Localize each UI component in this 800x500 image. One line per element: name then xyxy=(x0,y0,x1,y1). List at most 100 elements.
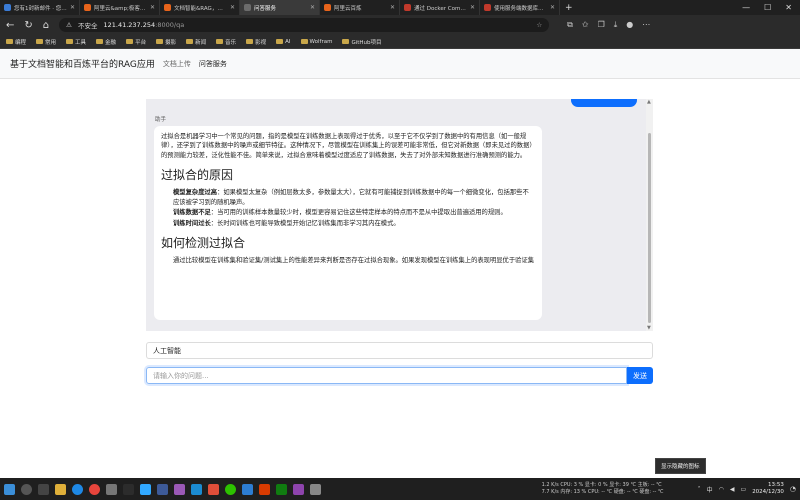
back-icon[interactable]: ← xyxy=(6,20,14,31)
list-item: 训练时间过长：长时间训练也可能导致模型开始记忆训练集而非学习其内在模式。 xyxy=(173,219,400,227)
lightroom-icon[interactable] xyxy=(157,483,168,495)
scroll-up-icon[interactable]: ▲ xyxy=(647,99,651,105)
tab-6[interactable]: 使用服务端数据库部署 ✕ xyxy=(480,0,560,15)
bookmark-10[interactable]: Wolfram xyxy=(300,39,332,45)
scroll-thumb[interactable] xyxy=(648,133,651,323)
extensions-icon[interactable]: ⧉ xyxy=(567,20,573,30)
bookmark-7[interactable]: 音乐 xyxy=(216,38,236,46)
answer-detect-text: 通过比较模型在训练集和验证集/测试集上的性能差异来判断是否存在过拟合现象。如果发… xyxy=(173,257,535,265)
bookmark-4[interactable]: 平台 xyxy=(126,38,146,46)
tab-3[interactable]: 问答服务 ✕ xyxy=(240,0,320,15)
bookmark-1[interactable]: 常用 xyxy=(36,38,56,46)
close-tab-icon[interactable]: ✕ xyxy=(150,4,155,11)
chevron-up-icon[interactable]: ˄ xyxy=(698,486,701,493)
user-message-bubble xyxy=(571,99,637,107)
edge-icon[interactable] xyxy=(72,483,83,495)
downloads-icon[interactable]: ⤓ xyxy=(614,20,618,30)
maximize-icon[interactable]: ☐ xyxy=(764,3,771,12)
start-icon[interactable] xyxy=(4,483,15,495)
taskbar-apps xyxy=(4,483,321,495)
bookmark-3[interactable]: 金融 xyxy=(96,38,116,46)
minimize-icon[interactable]: — xyxy=(742,3,750,12)
folder-icon xyxy=(36,39,44,44)
chrome-icon[interactable] xyxy=(89,483,100,495)
close-tab-icon[interactable]: ✕ xyxy=(70,4,75,11)
notifications-icon[interactable]: ◔ xyxy=(790,485,796,493)
tab-title: 阿里云百炼 xyxy=(334,5,362,12)
chat-scrollbar[interactable]: ▲ ▼ xyxy=(646,99,653,331)
answer-intro: 过拟合是机器学习中一个常见的问题，指的是模型在训练数据上表现得过于优秀，以至于它… xyxy=(161,133,533,159)
volume-icon[interactable]: ◀ xyxy=(730,486,735,493)
profile-icon[interactable]: ● xyxy=(626,20,633,30)
close-tab-icon[interactable]: ✕ xyxy=(550,4,555,11)
answer-heading-detect: 如何检测过拟合 xyxy=(161,236,246,251)
bookmark-11[interactable]: GitHub项目 xyxy=(342,38,382,46)
send-button[interactable]: 发送 xyxy=(627,367,653,384)
home-icon[interactable]: ⌂ xyxy=(43,20,49,31)
clock[interactable]: 13:53 2024/12/30 xyxy=(752,482,784,497)
bookmark-star-icon[interactable]: ☆ xyxy=(536,21,542,29)
xbox-icon[interactable] xyxy=(276,483,287,495)
tab-title: 通过 Docker Compose 部 xyxy=(414,5,467,12)
main-content: 助手 过拟合是机器学习中一个常见的问题，指的是模型在训练数据上表现得过于优秀，以… xyxy=(0,79,800,474)
bookmark-8[interactable]: 影视 xyxy=(246,38,266,46)
tab-2[interactable]: 文档智能&RAG，让你的✕ xyxy=(160,0,240,15)
nav-upload[interactable]: 文档上传 xyxy=(163,59,191,69)
bookmark-6[interactable]: 新闻 xyxy=(186,38,206,46)
question-input[interactable]: 请输入你的问题... xyxy=(146,367,627,384)
tab-4[interactable]: 阿里云百炼 ✕ xyxy=(320,0,400,15)
refresh-icon[interactable]: ↻ xyxy=(24,20,32,31)
app-icon[interactable] xyxy=(293,483,304,495)
more-menu-icon[interactable]: ⋯ xyxy=(642,20,650,30)
language-indicator[interactable]: 中 xyxy=(707,485,713,494)
tab-5[interactable]: 通过 Docker Compose 部✕ xyxy=(400,0,480,15)
battery-icon[interactable]: ▭ xyxy=(741,486,747,493)
app-icon[interactable] xyxy=(242,483,253,495)
app-icon[interactable] xyxy=(174,483,185,495)
warning-icon[interactable]: ⚠ xyxy=(66,21,72,29)
favorites-icon[interactable]: ✩ xyxy=(582,20,589,30)
wifi-icon[interactable]: ◠ xyxy=(719,486,724,493)
close-tab-icon[interactable]: ✕ xyxy=(470,4,475,11)
folder-icon xyxy=(246,39,254,44)
wechat-icon[interactable] xyxy=(225,483,236,495)
bookmark-9[interactable]: AI xyxy=(276,39,291,45)
nav-qa[interactable]: 问答服务 xyxy=(199,59,227,69)
app-brand[interactable]: 基于文档智能和百炼平台的RAG应用 xyxy=(10,57,155,70)
bookmark-5[interactable]: 摄影 xyxy=(156,38,176,46)
collections-icon[interactable]: ❐ xyxy=(598,20,605,30)
search-icon[interactable] xyxy=(21,483,32,495)
chat-panel: 助手 过拟合是机器学习中一个常见的问题，指的是模型在训练数据上表现得过于优秀，以… xyxy=(146,99,653,331)
task-view-icon[interactable] xyxy=(38,483,49,495)
hardware-stats: 1.2 K/s CPU: 3 % 显卡: 0 % 显卡: 39 ℃ 主板: --… xyxy=(541,482,664,495)
app-icon[interactable] xyxy=(106,483,117,495)
list-item: 模型复杂度过高：如果模型太复杂（例如层数太多，参数量太大），它就有可能捕捉到训练… xyxy=(173,189,529,206)
app-icon[interactable] xyxy=(259,483,270,495)
scroll-down-icon[interactable]: ▼ xyxy=(647,325,651,331)
file-explorer-icon[interactable] xyxy=(55,483,66,495)
knowledge-base-field[interactable]: 人工智能 xyxy=(146,342,653,359)
assistant-message: 过拟合是机器学习中一个常见的问题，指的是模型在训练数据上表现得过于优秀，以至于它… xyxy=(154,126,542,320)
photoshop-icon[interactable] xyxy=(140,483,151,495)
browser-tab-bar: 您有1封新邮件 · 您有1封✕阿里云&amp;极客时间✕文档智能&RAG，让你的… xyxy=(0,0,800,15)
vscode-icon[interactable] xyxy=(191,483,202,495)
tab-0[interactable]: 您有1封新邮件 · 您有1封✕ xyxy=(0,0,80,15)
insecure-label: 不安全 xyxy=(77,22,98,30)
close-window-icon[interactable]: ✕ xyxy=(785,3,792,12)
tab-favicon-icon xyxy=(84,4,91,11)
app-icon[interactable] xyxy=(208,483,219,495)
list-item: 训练数据不足：当可用的训练样本数量较少时，模型更容易记住这些特定样本的特点而不是… xyxy=(173,209,507,217)
close-tab-icon[interactable]: ✕ xyxy=(230,4,235,11)
bookmark-2[interactable]: 工具 xyxy=(66,38,86,46)
tab-1[interactable]: 阿里云&amp;极客时间 ✕ xyxy=(80,0,160,15)
new-tab-button[interactable]: + xyxy=(560,3,578,13)
app-icon[interactable] xyxy=(310,483,321,495)
bookmark-0[interactable]: 编程 xyxy=(6,38,26,46)
terminal-icon[interactable] xyxy=(123,483,134,495)
close-tab-icon[interactable]: ✕ xyxy=(390,4,395,11)
folder-icon xyxy=(6,39,13,44)
close-tab-icon[interactable]: ✕ xyxy=(310,4,315,11)
url-field[interactable]: ⚠ 不安全 121.41.237.254:8000/qa ☆ xyxy=(59,18,550,32)
folder-icon xyxy=(156,39,164,44)
toolbar-icons: ⧉ ✩ ❐ ⤓ ● ⋯ xyxy=(567,20,650,30)
